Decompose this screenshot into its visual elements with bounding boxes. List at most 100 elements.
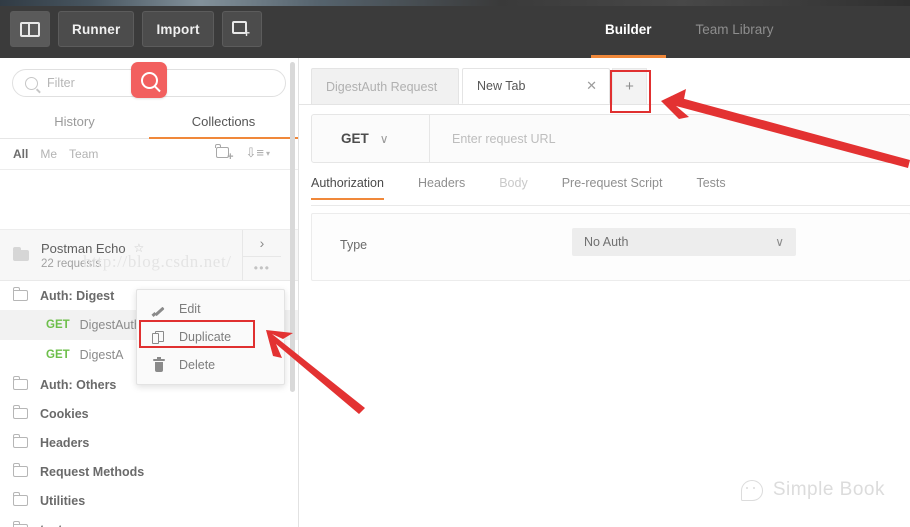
top-toolbar: Runner Import + Builder Team Library (0, 0, 910, 58)
pencil-icon (151, 302, 166, 316)
sub-tab-label: Authorization (311, 176, 384, 190)
add-tab-label: + (625, 78, 634, 95)
request-url-placeholder: Enter request URL (452, 131, 556, 146)
chevron-down-icon: ∨ (775, 235, 784, 249)
sidebar-item-headers[interactable]: Headers (0, 428, 298, 457)
sidebar-item-label: Utilities (40, 493, 86, 508)
search-badge-button[interactable] (131, 62, 167, 98)
http-method-value: GET (341, 131, 369, 146)
watermark-url: http://blog.csdn.net/ (83, 252, 232, 271)
folder-icon (13, 462, 29, 478)
sidebar-tabs: History Collections (0, 106, 298, 139)
sub-tab-label: Pre-request Script (561, 176, 663, 190)
menu-item-delete[interactable]: Delete (137, 351, 284, 379)
scope-actions: + ⇩≡ ▾ (215, 144, 271, 163)
folder-open-icon (13, 520, 29, 527)
scope-team[interactable]: Team (69, 147, 98, 161)
scope-me[interactable]: Me (40, 147, 57, 161)
runner-button[interactable]: Runner (58, 11, 135, 47)
request-url-input[interactable]: Enter request URL (430, 132, 910, 146)
filter-placeholder: Filter (47, 76, 75, 90)
sort-icon[interactable]: ⇩≡ ▾ (246, 145, 271, 161)
request-tab-digestauth[interactable]: DigestAuth Request (311, 68, 459, 104)
search-icon (140, 71, 158, 89)
close-icon[interactable]: ✕ (586, 78, 597, 94)
sidebar-item-label: Auth: Others (40, 377, 117, 392)
folder-icon (13, 433, 29, 449)
tab-team-library[interactable]: Team Library (674, 0, 796, 58)
add-folder-icon[interactable]: + (215, 144, 234, 163)
sidebar-scrollbar[interactable] (290, 62, 295, 392)
folder-open-icon (13, 286, 29, 302)
tab-builder[interactable]: Builder (583, 0, 674, 58)
collection-folder-icon (13, 247, 30, 262)
scope-filter-row: All Me Team + ⇩≡ ▾ (0, 139, 298, 170)
sidebar-toggle-icon (20, 21, 40, 37)
sidebar-tab-collections-label: Collections (191, 114, 256, 129)
sub-tab-label: Headers (417, 176, 466, 190)
context-menu: Edit Duplicate Delete (136, 289, 285, 385)
sub-tab-body[interactable]: Body (499, 174, 528, 199)
trash-icon (151, 356, 166, 372)
method-badge: GET (46, 319, 70, 331)
url-bar: GET ∨ Enter request URL (311, 114, 910, 163)
sub-tab-label: Body (499, 176, 528, 190)
authorization-panel: Type No Auth ∨ (311, 213, 910, 281)
menu-item-duplicate-label: Duplicate (179, 330, 232, 344)
menu-item-duplicate[interactable]: Duplicate (137, 323, 284, 351)
sidebar-toggle-button[interactable] (10, 11, 50, 47)
chat-face-icon (740, 479, 763, 501)
tab-builder-label: Builder (605, 21, 652, 37)
new-window-icon: + (232, 21, 251, 39)
chevron-right-icon[interactable]: › (242, 230, 281, 257)
sidebar-item-utilities[interactable]: Utilities (0, 486, 298, 515)
import-button[interactable]: Import (142, 11, 214, 47)
sidebar-item-request-methods[interactable]: Request Methods (0, 457, 298, 486)
sub-tab-label: Tests (696, 176, 726, 190)
workspace-tabs: Builder Team Library (583, 0, 796, 58)
sub-tab-headers[interactable]: Headers (418, 174, 465, 199)
sub-tab-pre-request-script[interactable]: Pre-request Script (562, 174, 663, 199)
sidebar-item-label: Auth: Digest (40, 288, 115, 303)
request-tab-strip: DigestAuth Request New Tab ✕ + (299, 58, 910, 105)
main-pane: DigestAuth Request New Tab ✕ + GET ∨ Ent… (299, 58, 910, 527)
folder-icon (13, 375, 29, 391)
request-tab-new-tab[interactable]: New Tab ✕ (462, 68, 610, 104)
auth-type-label: Type (340, 238, 368, 252)
sub-tab-tests[interactable]: Tests (696, 174, 725, 199)
auth-type-value: No Auth (584, 235, 629, 249)
sidebar-tab-collections[interactable]: Collections (149, 106, 298, 139)
menu-item-delete-label: Delete (179, 358, 216, 372)
request-tab-label: New Tab (477, 79, 526, 93)
copy-icon (151, 330, 166, 344)
new-window-button[interactable]: + (221, 11, 262, 47)
request-sub-tabs: Authorization Headers Body Pre-request S… (311, 174, 910, 206)
sidebar-item-cookies[interactable]: Cookies (0, 399, 298, 428)
watermark-brand-label: Simple Book (772, 479, 885, 500)
search-icon (25, 76, 38, 90)
method-badge: GET (46, 349, 70, 361)
sidebar-tab-history[interactable]: History (0, 106, 149, 138)
sidebar-tab-history-label: History (54, 114, 95, 129)
sidebar-item-label: Cookies (40, 406, 89, 421)
auth-type-select[interactable]: No Auth ∨ (572, 228, 796, 256)
request-tab-label: DigestAuth Request (326, 79, 438, 94)
folder-icon (13, 491, 29, 507)
folder-icon (13, 404, 29, 420)
scope-all[interactable]: All (13, 147, 28, 161)
collection-more-options-icon[interactable]: ••• (242, 255, 281, 280)
http-method-select[interactable]: GET ∨ (312, 115, 430, 162)
sidebar-item-test[interactable]: test ••• (0, 515, 298, 527)
add-tab-button[interactable]: + (612, 68, 647, 104)
sidebar-item-label: Request Methods (40, 464, 145, 479)
tab-team-library-label: Team Library (695, 21, 774, 37)
sidebar-item-label: test (40, 523, 62, 527)
import-label: Import (156, 21, 200, 37)
watermark-brand: Simple Book (740, 479, 885, 501)
sub-tab-authorization[interactable]: Authorization (311, 174, 384, 200)
more-options-icon[interactable]: ••• (255, 523, 272, 527)
menu-item-edit[interactable]: Edit (137, 295, 284, 323)
sidebar-item-label: DigestA (79, 348, 124, 362)
runner-label: Runner (72, 21, 121, 37)
toolbar-left-buttons: Runner Import + (10, 11, 262, 47)
